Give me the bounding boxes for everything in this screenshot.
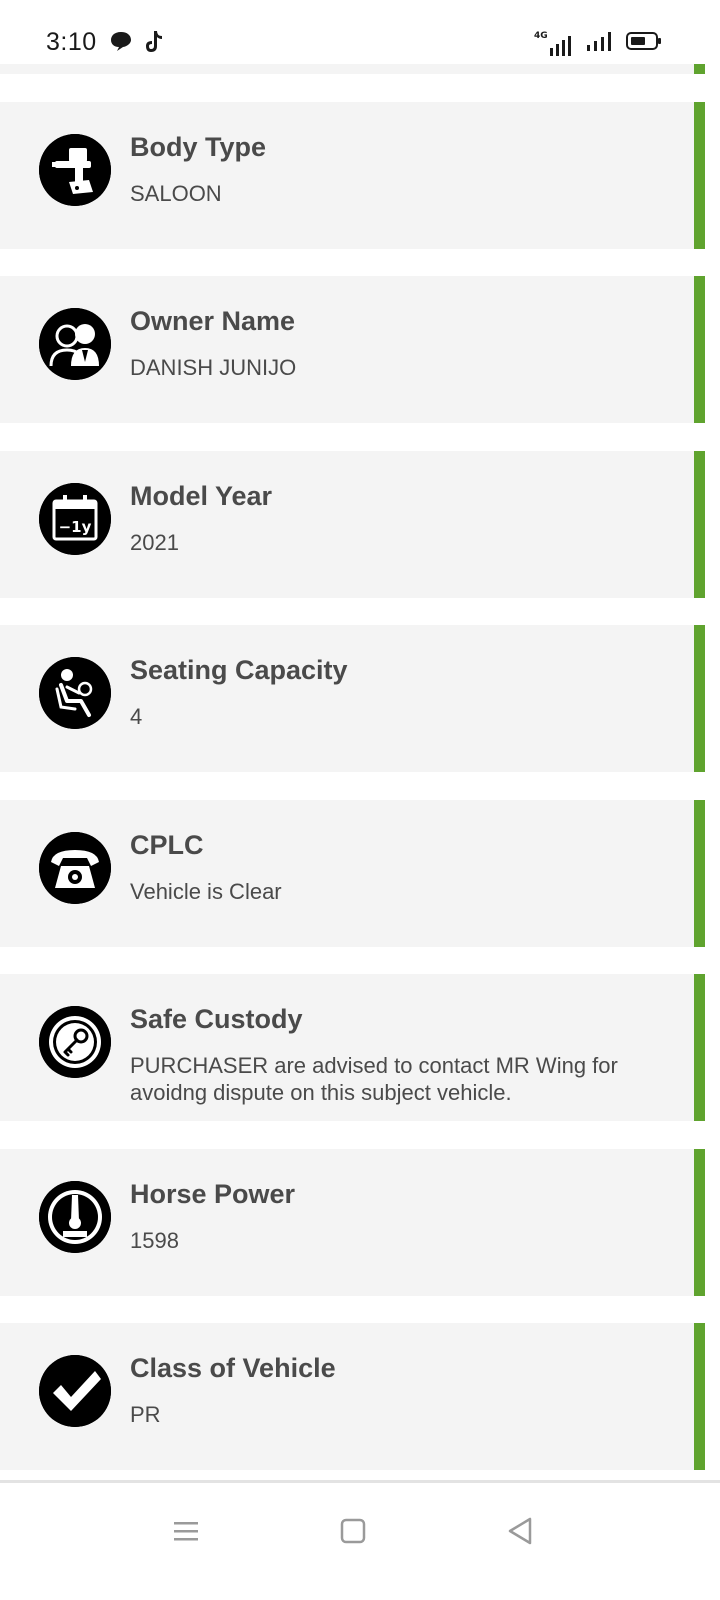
svg-text:−1y: −1y — [59, 518, 92, 536]
system-navigation-bar — [0, 1480, 720, 1600]
home-square-icon[interactable] — [333, 1511, 373, 1551]
card-title: Seating Capacity — [130, 655, 348, 685]
battery-icon — [626, 31, 662, 56]
signal-icon — [586, 31, 612, 56]
signal-4g-icon: 4G — [532, 31, 572, 56]
card-accent-bar — [694, 625, 705, 772]
card-value: Vehicle is Clear — [130, 879, 282, 904]
status-time: 3:10 — [46, 28, 97, 56]
card-value: 2021 — [130, 530, 179, 555]
card-accent-bar — [694, 974, 705, 1121]
card-title: Model Year — [130, 481, 273, 511]
detail-card-owner-name: Owner Name DANISH JUNIJO — [0, 276, 705, 423]
vehicle-details-list[interactable]: Body Type SALOON Owner Name DANISH JUNIJ… — [0, 0, 720, 1510]
card-accent-bar — [694, 451, 705, 598]
card-title: Horse Power — [130, 1179, 296, 1209]
calendar-icon: −1y — [39, 483, 111, 555]
detail-card-model-year: −1y Model Year 2021 — [0, 451, 705, 598]
back-triangle-icon[interactable] — [500, 1511, 540, 1551]
card-value: DANISH JUNIJO — [130, 355, 297, 380]
card-accent-bar — [694, 1323, 705, 1470]
spray-gun-icon — [39, 134, 111, 206]
chat-bubble-icon — [110, 30, 132, 59]
card-accent-bar — [694, 800, 705, 947]
card-title: Body Type — [130, 132, 267, 162]
detail-card-horse-power: Horse Power 1598 — [0, 1149, 705, 1296]
tiktok-icon — [144, 30, 164, 59]
checkmark-icon — [39, 1355, 111, 1427]
card-title: Class of Vehicle — [130, 1353, 336, 1383]
card-value: 4 — [130, 704, 143, 729]
people-icon — [39, 308, 111, 380]
detail-card-seating-capacity: Seating Capacity 4 — [0, 625, 705, 772]
detail-card-body-type: Body Type SALOON — [0, 102, 705, 249]
card-title: CPLC — [130, 830, 204, 860]
card-accent-bar — [694, 1149, 705, 1296]
detail-card-safe-custody: Safe Custody PURCHASER are advised to co… — [0, 974, 705, 1121]
status-bar: 3:10 4G — [0, 0, 720, 64]
card-title: Safe Custody — [130, 1004, 303, 1034]
card-accent-bar — [694, 276, 705, 423]
card-value: PURCHASER are advised to contact MR Wing… — [130, 1053, 618, 1105]
previous-card-accent — [694, 64, 705, 74]
menu-icon[interactable] — [166, 1511, 206, 1551]
previous-card-edge — [0, 64, 705, 74]
card-value: SALOON — [130, 181, 222, 206]
detail-card-class-of-vehicle: Class of Vehicle PR — [0, 1323, 705, 1470]
detail-card-cplc: CPLC Vehicle is Clear — [0, 800, 705, 947]
seated-driver-icon — [39, 657, 111, 729]
telephone-icon — [39, 832, 111, 904]
card-accent-bar — [694, 102, 705, 249]
gauge-icon — [39, 1181, 111, 1253]
card-value: 1598 — [130, 1228, 179, 1253]
card-value: PR — [130, 1402, 161, 1427]
key-icon — [39, 1006, 111, 1078]
card-title: Owner Name — [130, 306, 296, 336]
